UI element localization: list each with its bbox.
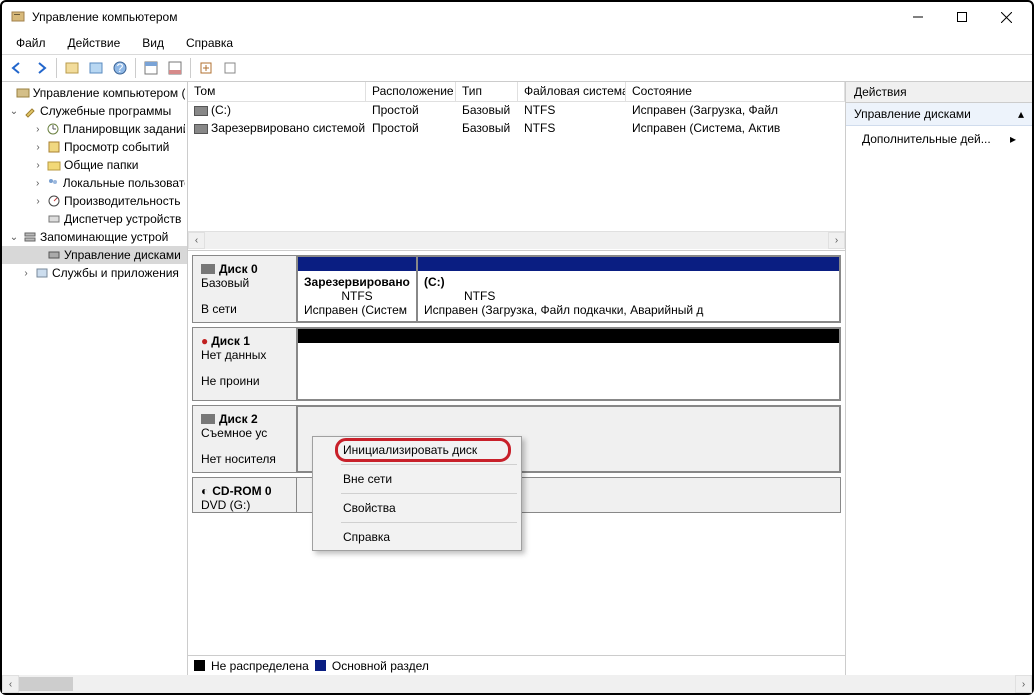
close-button[interactable] — [984, 3, 1028, 31]
col-fs[interactable]: Файловая система — [518, 82, 626, 101]
app-window: Управление компьютером Файл Действие Вид… — [0, 0, 1034, 695]
clock-icon — [46, 121, 61, 137]
col-volume[interactable]: Том — [188, 82, 366, 101]
disk-info: ●Диск 1 Нет данных Не проини — [193, 328, 297, 400]
menu-help[interactable]: Справка — [178, 34, 241, 52]
tools-icon — [22, 103, 38, 119]
window-title: Управление компьютером — [32, 10, 896, 24]
event-icon — [46, 139, 62, 155]
tree-shared-folders[interactable]: ›Общие папки — [2, 156, 187, 174]
maximize-button[interactable] — [940, 3, 984, 31]
minimize-button[interactable] — [896, 3, 940, 31]
ctx-help[interactable]: Справка — [315, 526, 519, 548]
refresh-button[interactable] — [219, 57, 241, 79]
disk-icon — [46, 247, 62, 263]
tree-services[interactable]: ›Службы и приложения — [2, 264, 187, 282]
svg-text:?: ? — [117, 61, 124, 75]
ctx-initialize-disk[interactable]: Инициализировать диск — [315, 439, 519, 461]
disk-row-0[interactable]: Диск 0 Базовый В сети ЗарезервированоNTF… — [192, 255, 841, 323]
legend-primary: Основной раздел — [332, 659, 429, 673]
disk-row-1[interactable]: ●Диск 1 Нет данных Не проини — [192, 327, 841, 401]
ctx-properties[interactable]: Свойства — [315, 497, 519, 519]
col-layout[interactable]: Расположение — [366, 82, 456, 101]
volume-row[interactable]: Зарезервировано системой Простой Базовый… — [188, 120, 845, 138]
partition-c[interactable]: (C:)NTFSИсправен (Загрузка, Файл подкачк… — [417, 256, 840, 322]
app-icon — [10, 9, 26, 25]
volume-icon — [194, 124, 208, 134]
disk-icon — [201, 414, 215, 424]
menubar: Файл Действие Вид Справка — [2, 32, 1032, 54]
disk-info: Диск 2 Съемное ус Нет носителя — [193, 406, 297, 472]
collapse-icon: ▴ — [1018, 107, 1024, 121]
show-hide-tree-button[interactable] — [61, 57, 83, 79]
nav-tree[interactable]: Управление компьютером (л ⌄Служебные про… — [2, 82, 188, 675]
list-header: Том Расположение Тип Файловая система Со… — [188, 82, 845, 102]
tree-device-manager[interactable]: Диспетчер устройств — [2, 210, 187, 228]
legend-unallocated: Не распределена — [211, 659, 309, 673]
tree-system-tools[interactable]: ⌄Служебные программы — [2, 102, 187, 120]
volume-row[interactable]: (C:) Простой Базовый NTFS Исправен (Загр… — [188, 102, 845, 120]
menu-file[interactable]: Файл — [8, 34, 54, 52]
content-area: Управление компьютером (л ⌄Служебные про… — [2, 82, 1032, 675]
partition-system-reserved[interactable]: ЗарезервированоNTFSИсправен (Систем — [297, 256, 417, 322]
view-top-button[interactable] — [140, 57, 162, 79]
partition-unallocated[interactable] — [297, 328, 840, 400]
menu-action[interactable]: Действие — [60, 34, 129, 52]
legend-swatch-primary — [315, 660, 326, 671]
tree-storage[interactable]: ⌄Запоминающие устрой — [2, 228, 187, 246]
computer-icon — [15, 85, 30, 101]
disk-icon — [201, 264, 215, 274]
toolbar: ? — [2, 54, 1032, 82]
tree-event-viewer[interactable]: ›Просмотр событий — [2, 138, 187, 156]
back-button[interactable] — [6, 57, 28, 79]
ctx-offline[interactable]: Вне сети — [315, 468, 519, 490]
tree-disk-management[interactable]: Управление дисками — [2, 246, 187, 264]
col-type[interactable]: Тип — [456, 82, 518, 101]
actions-pane: Действия Управление дисками▴ Дополнитель… — [846, 82, 1032, 675]
legend-swatch-unallocated — [194, 660, 205, 671]
tree-local-users[interactable]: ›Локальные пользовате — [2, 174, 187, 192]
services-icon — [34, 265, 50, 281]
list-hscroll[interactable]: ‹› — [188, 231, 845, 249]
center-pane: Том Расположение Тип Файловая система Со… — [188, 82, 846, 675]
legend: Не распределена Основной раздел — [188, 655, 845, 675]
chevron-right-icon: ▸ — [1010, 132, 1016, 146]
col-status[interactable]: Состояние — [626, 82, 845, 101]
help-button[interactable]: ? — [109, 57, 131, 79]
actions-header: Действия — [846, 82, 1032, 103]
properties-button[interactable] — [85, 57, 107, 79]
error-icon: ● — [201, 334, 208, 348]
actions-diskmgmt[interactable]: Управление дисками▴ — [846, 103, 1032, 126]
forward-button[interactable] — [30, 57, 52, 79]
menu-view[interactable]: Вид — [134, 34, 172, 52]
tree-root[interactable]: Управление компьютером (л — [2, 84, 187, 102]
folder-share-icon — [46, 157, 62, 173]
users-icon — [45, 175, 60, 191]
actions-more[interactable]: Дополнительные дей...▸ — [846, 126, 1032, 152]
titlebar: Управление компьютером — [2, 2, 1032, 32]
tree-task-scheduler[interactable]: ›Планировщик заданий — [2, 120, 187, 138]
context-menu: Инициализировать диск Вне сети Свойства … — [312, 436, 522, 551]
tree-performance[interactable]: ›Производительность — [2, 192, 187, 210]
device-icon — [46, 211, 62, 227]
view-bottom-button[interactable] — [164, 57, 186, 79]
cdrom-icon: ◐ — [201, 484, 208, 498]
disk-info: Диск 0 Базовый В сети — [193, 256, 297, 322]
storage-icon — [22, 229, 38, 245]
volume-icon — [194, 106, 208, 116]
perf-icon — [46, 193, 62, 209]
volume-list[interactable]: Том Расположение Тип Файловая система Со… — [188, 82, 845, 250]
disk-info: ◐CD-ROM 0 DVD (G:) — [193, 478, 297, 512]
bottom-scrollbar[interactable]: ‹› — [2, 675, 1032, 693]
action-button[interactable] — [195, 57, 217, 79]
